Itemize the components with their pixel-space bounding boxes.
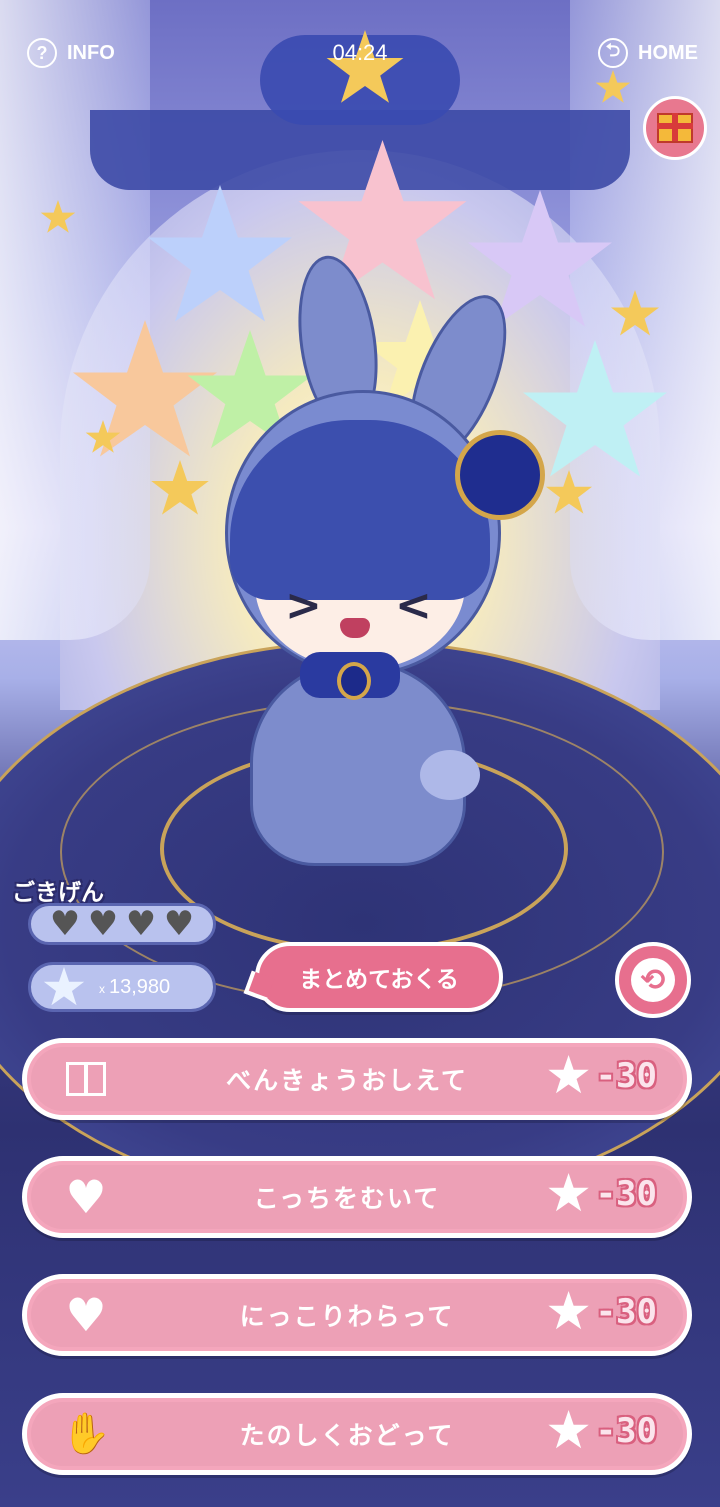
top-bar: ? INFO 04:24 ⮌ HOME xyxy=(0,32,720,76)
action-label: こっちをむいて xyxy=(253,1184,441,1213)
closed-eye-left: > xyxy=(285,580,322,631)
heart-icon: ♥ xyxy=(65,1170,107,1224)
action-label: べんきょうおしえて xyxy=(226,1066,468,1095)
action-cost: -30 xyxy=(548,1291,657,1333)
present-icon xyxy=(657,113,693,143)
cost-value: -30 xyxy=(595,1292,657,1332)
heart-icon: ♥ xyxy=(65,1288,107,1342)
star-count-value: 13,980 xyxy=(109,976,171,998)
closed-eye-right: < xyxy=(395,580,432,631)
chibi-character[interactable]: > < xyxy=(0,0,720,900)
star-count: x 13,980 xyxy=(99,976,170,999)
star-count-prefix: x xyxy=(99,982,105,996)
home-button[interactable]: ⮌ HOME xyxy=(598,38,698,68)
mood-heart-icon: ♥ xyxy=(49,904,81,944)
present-button[interactable] xyxy=(643,96,707,160)
star-icon xyxy=(548,1173,589,1212)
clap-hands-icon: ✋ xyxy=(61,1411,111,1457)
cost-value: -30 xyxy=(595,1411,657,1451)
gift-icon xyxy=(59,1057,113,1101)
star-icon xyxy=(548,1291,589,1330)
action-cost: -30 xyxy=(548,1410,657,1452)
star-icon xyxy=(548,1055,589,1094)
action-label: たのしくおどって xyxy=(239,1421,455,1450)
action-label: にっこりわらって xyxy=(239,1302,455,1331)
mood-hearts-bar: ♥ ♥ ♥ ♥ xyxy=(28,903,216,945)
send-all-label: まとめておくる xyxy=(299,967,459,993)
mood-heart-icon: ♥ xyxy=(163,904,195,944)
cost-value: -30 xyxy=(595,1174,657,1214)
ribbon-gem xyxy=(337,662,371,700)
action-cost: -30 xyxy=(548,1173,657,1215)
action-button-dance[interactable]: ✋ たのしくおどって -30 xyxy=(22,1393,692,1475)
bunny-tail xyxy=(420,750,480,800)
cost-value: -30 xyxy=(595,1056,657,1096)
send-all-button[interactable]: まとめておくる xyxy=(255,942,503,1012)
action-button-look-here[interactable]: ♥ こっちをむいて -30 xyxy=(22,1156,692,1238)
undo-arrow-icon: ⟲ xyxy=(631,958,675,1002)
back-button[interactable]: ⟲ xyxy=(615,942,691,1018)
star-icon xyxy=(548,1410,589,1449)
return-arrow-icon: ⮌ xyxy=(598,38,628,68)
zodiac-brooch xyxy=(455,430,545,520)
star-currency-bar: x 13,980 xyxy=(28,962,216,1012)
home-label: HOME xyxy=(638,41,698,64)
star-icon xyxy=(43,967,85,1006)
action-button-smile[interactable]: ♥ にっこりわらって -30 xyxy=(22,1274,692,1356)
mood-heart-icon: ♥ xyxy=(125,904,157,944)
mood-label: ごきげん xyxy=(12,880,104,906)
action-cost: -30 xyxy=(548,1055,657,1097)
action-button-study[interactable]: べんきょうおしえて -30 xyxy=(22,1038,692,1120)
mood-heart-icon: ♥ xyxy=(87,904,119,944)
